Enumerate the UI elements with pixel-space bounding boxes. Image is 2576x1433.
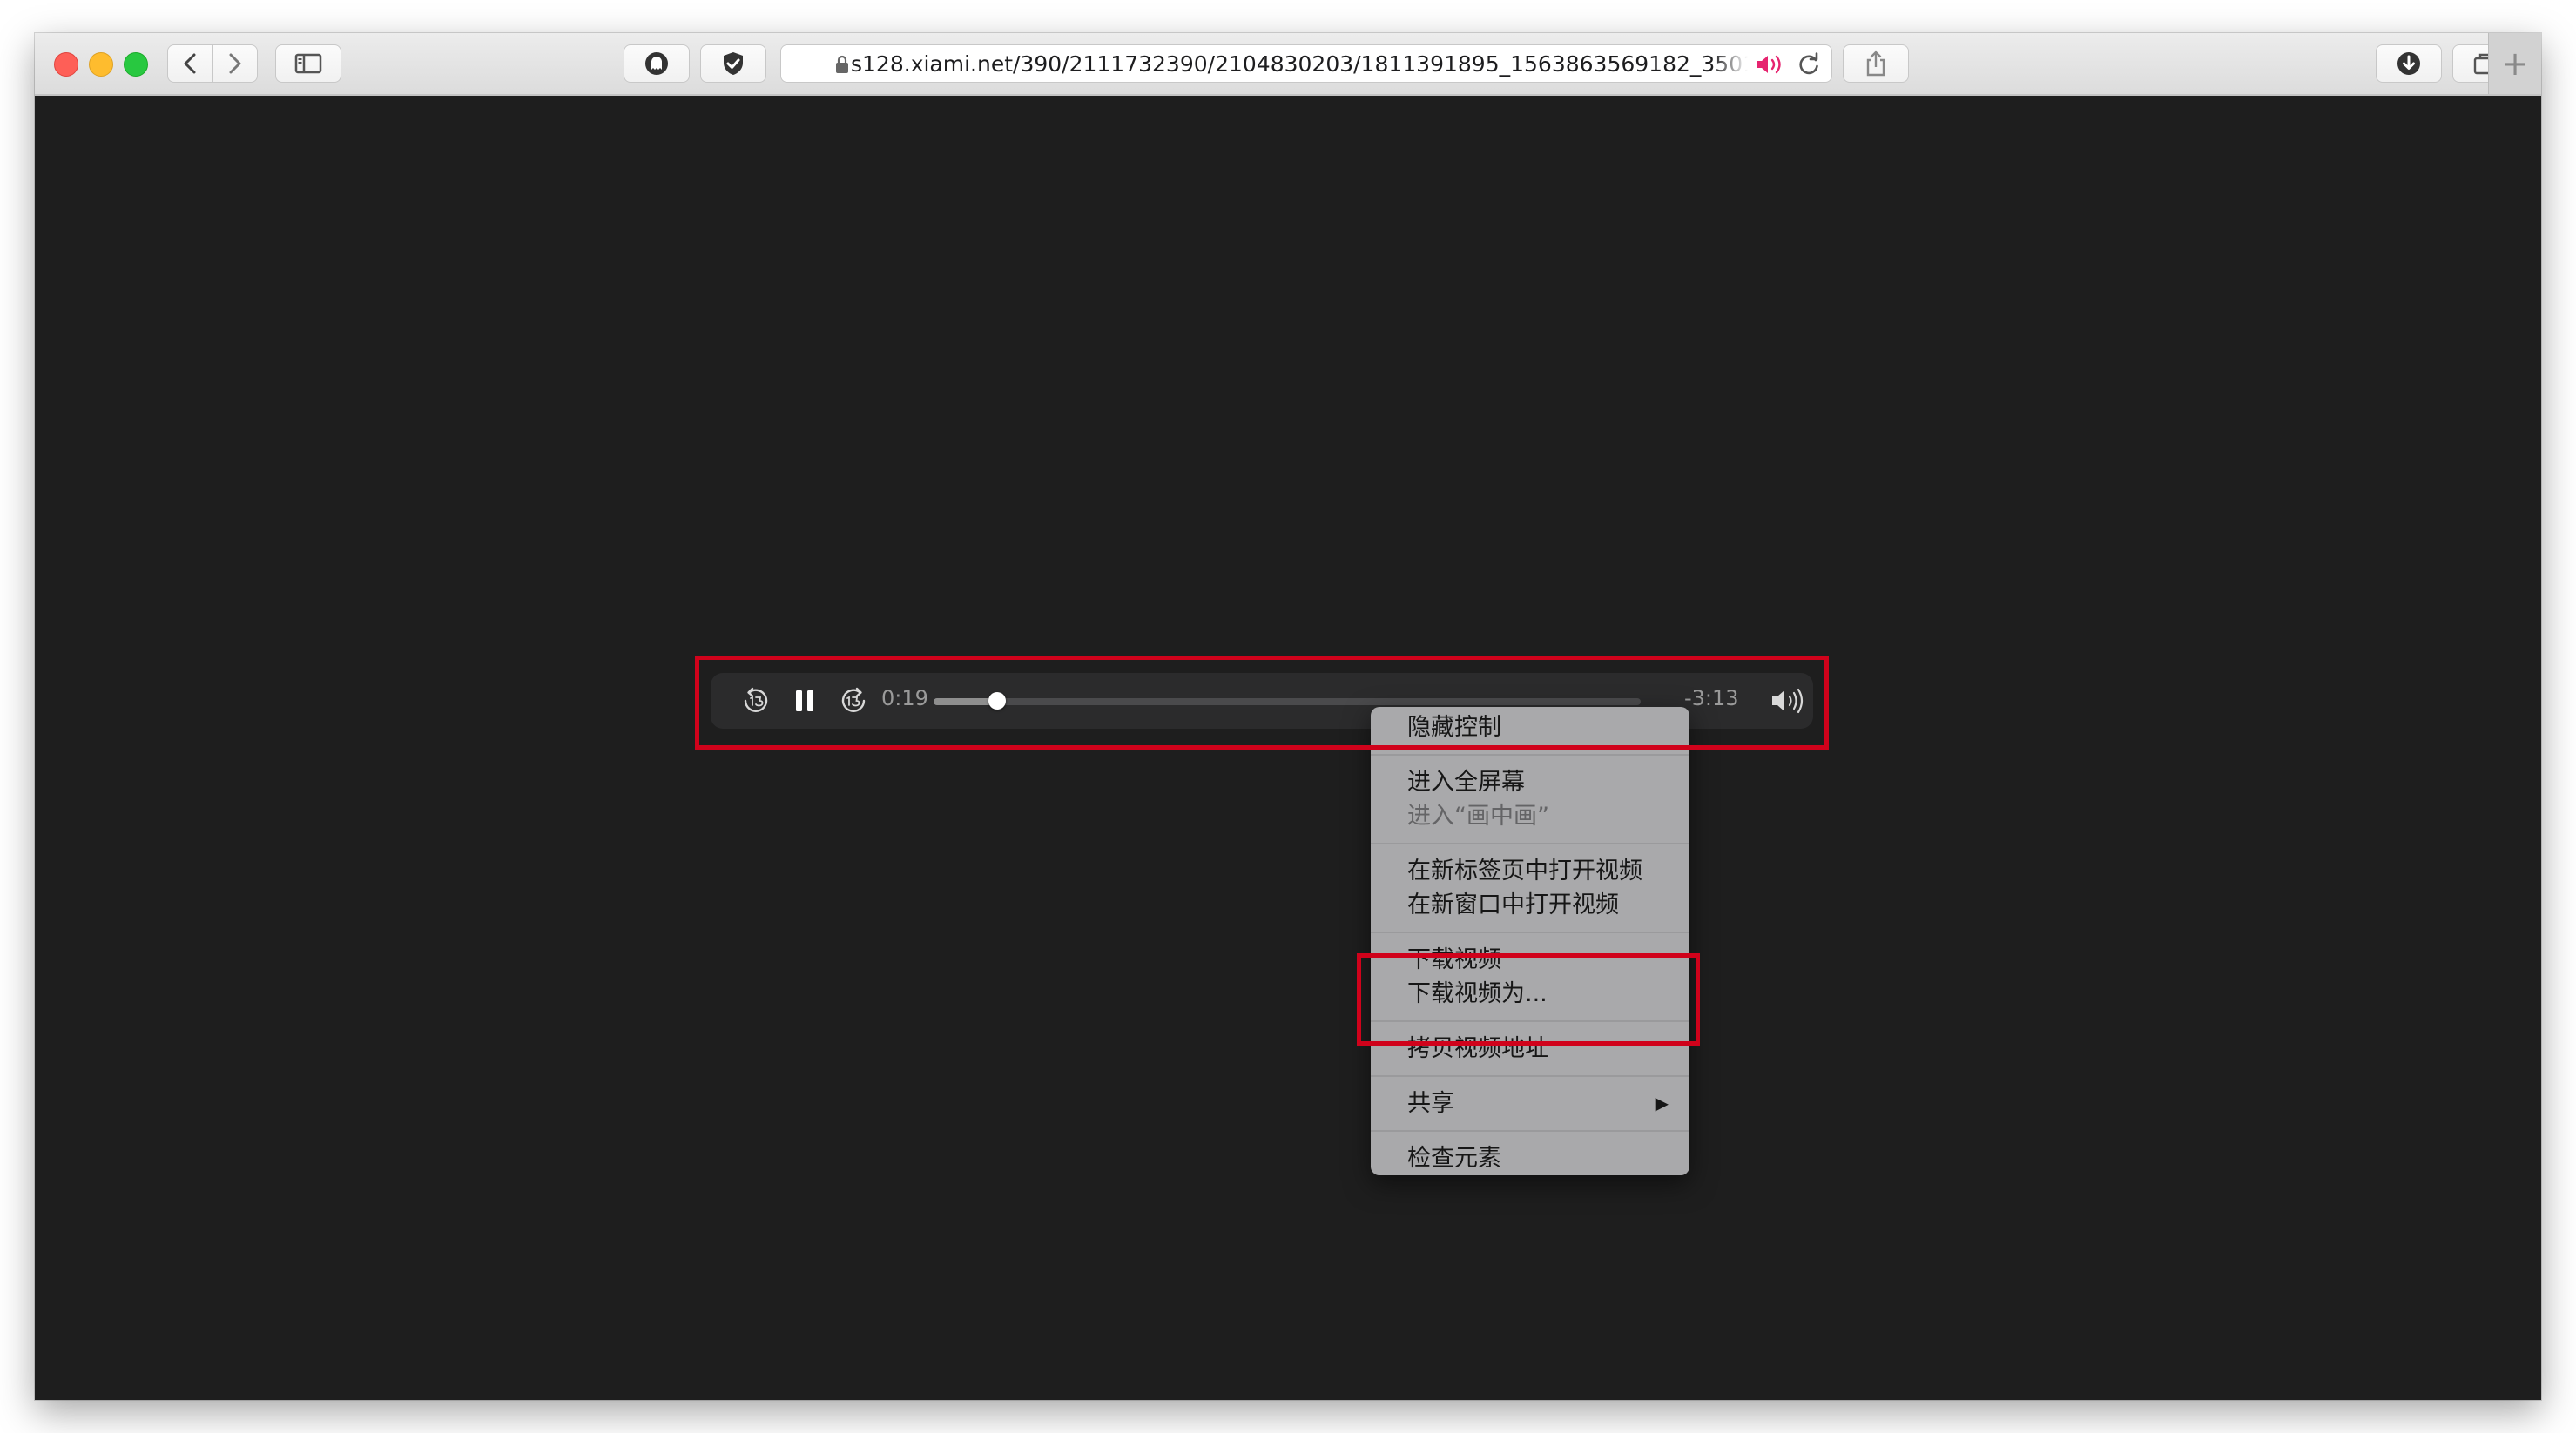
elapsed-time: 0:19 [881, 686, 928, 710]
pause-icon [796, 690, 813, 711]
menu-separator [1371, 1130, 1689, 1132]
menu-separator [1371, 932, 1689, 933]
sidebar-button[interactable] [275, 44, 341, 83]
submenu-arrow-icon: ▶ [1655, 1093, 1669, 1113]
close-window-button[interactable] [54, 52, 78, 77]
skip-forward-15-icon [841, 687, 866, 712]
new-tab-button[interactable]: + [2488, 33, 2541, 94]
skip-back-15-button[interactable] [740, 685, 772, 716]
context-menu: 隐藏控制 进入全屏幕 进入“画中画” 在新标签页中打开视频 在新窗口中打开视频 … [1371, 707, 1689, 1175]
zoom-window-button[interactable] [124, 52, 148, 77]
video-page [35, 96, 2541, 1400]
skip-back-15-icon [744, 687, 768, 712]
pause-button[interactable] [789, 685, 820, 716]
download-circle-icon [2397, 52, 2420, 75]
seek-slider[interactable] [934, 692, 1641, 710]
menu-item-hide-controls[interactable]: 隐藏控制 [1371, 710, 1689, 744]
extension-adblock-button[interactable] [700, 44, 766, 83]
seek-handle[interactable] [988, 692, 1007, 710]
address-bar[interactable]: s128.xiami.net/390/2111732390/2104830203… [780, 44, 1832, 83]
chevron-right-icon [229, 53, 241, 74]
extension-ghostery-button[interactable] [624, 44, 690, 83]
menu-separator [1371, 1075, 1689, 1077]
forward-button[interactable] [212, 45, 258, 82]
url-text: s128.xiami.net/390/2111732390/2104830203… [851, 50, 1748, 77]
sidebar-icon [294, 53, 322, 74]
menu-item-open-in-new-tab[interactable]: 在新标签页中打开视频 [1371, 854, 1689, 888]
remaining-time: -3:13 [1684, 686, 1739, 710]
menu-item-copy-video-address[interactable]: 拷贝视频地址 [1371, 1032, 1689, 1066]
menu-item-enter-pip: 进入“画中画” [1407, 803, 1549, 830]
navigation-buttons [167, 44, 258, 83]
ghost-extension-icon [645, 52, 668, 75]
menu-item-download-video[interactable]: 下载视频 [1371, 943, 1689, 977]
chevron-left-icon [184, 53, 196, 74]
menu-separator [1371, 754, 1689, 756]
volume-icon [1772, 688, 1804, 714]
share-button[interactable] [1843, 44, 1909, 83]
plus-icon: + [2501, 44, 2529, 83]
toolbar: s128.xiami.net/390/2111732390/2104830203… [35, 33, 2541, 96]
menu-item-open-in-new-window[interactable]: 在新窗口中打开视频 [1371, 888, 1689, 922]
back-button[interactable] [168, 45, 212, 82]
menu-item-share-label: 共享 [1407, 1090, 1454, 1117]
menu-separator [1371, 1020, 1689, 1022]
lock-icon [835, 54, 849, 79]
menu-separator [1371, 843, 1689, 844]
speaker-playing-icon[interactable] [1755, 53, 1786, 81]
menu-item-inspect-element[interactable]: 检查元素 [1371, 1141, 1689, 1175]
menu-item-enter-fullscreen[interactable]: 进入全屏幕 [1371, 765, 1689, 799]
minimize-window-button[interactable] [89, 52, 113, 77]
volume-button[interactable] [1770, 685, 1810, 716]
menu-item-download-video-as[interactable]: 下载视频为... [1371, 977, 1689, 1011]
share-icon [1866, 50, 1885, 77]
reload-icon[interactable] [1797, 52, 1821, 82]
menu-item-share[interactable]: 共享 ▶ [1371, 1087, 1689, 1120]
skip-forward-15-button[interactable] [838, 685, 869, 716]
shield-check-icon [724, 52, 743, 75]
downloads-button[interactable] [2376, 44, 2442, 83]
